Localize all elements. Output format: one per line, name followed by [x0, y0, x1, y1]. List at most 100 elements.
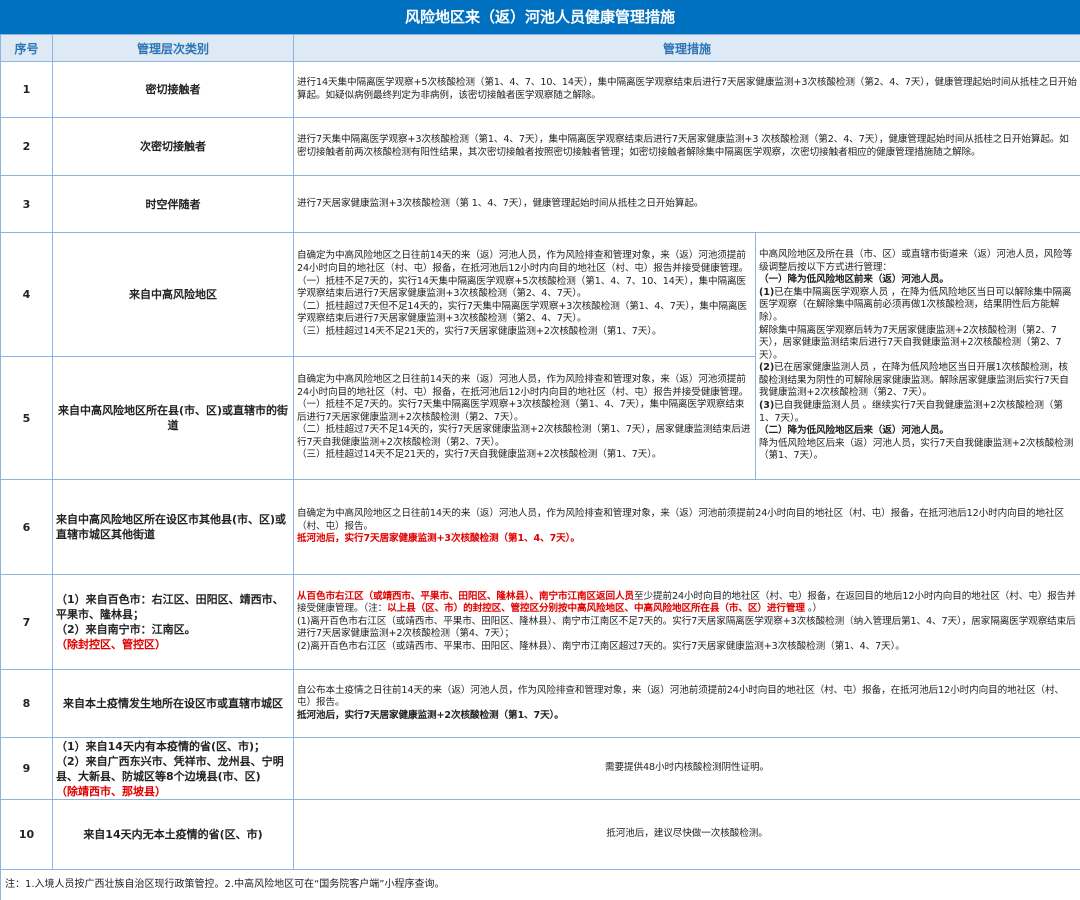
row-number: 5: [0, 356, 53, 480]
category-line: （2）来自广西东兴市、凭祥市、龙州县、宁明县、大新县、防城区等8个边境县(市、区…: [56, 754, 290, 784]
table-row: 6 来自中高风险地区所在设区市其他县(市、区)或直辖市城区其他街道 自确定为中高风险…: [0, 479, 1080, 575]
category-line: 来自中高风险地区所在设区市其他县(市、区)或直辖市城区其他街道: [56, 512, 290, 542]
category-cell: 来自中高风险地区所在县(市、区)或直辖市的街道: [52, 356, 294, 480]
emphasis-text: 从百色市右江区（或靖西市、平果市、田阳区、隆林县）、南宁市江南区返回人员: [297, 590, 634, 602]
text-segment: 自确定为中高风险地区之日往前14天的来（返）河池人员，作为风险排查和管理对象，来…: [297, 250, 749, 275]
text-segment: （1）来自14天内有本疫情的省(区、市)；: [56, 739, 266, 753]
measures-cell: 自确定为中高风险地区之日往前14天的来（返）河池人员，作为风险排查和管理对象，来…: [293, 356, 756, 480]
measures-cell: 进行14天集中隔离医学观察+5次核酸检测（第1、4、7、10、14天），集中隔离…: [292, 61, 1080, 118]
paragraph: 进行7天居家健康监测+3次核酸检测（第 1、4、7天），健康管理起始时间从抵桂之…: [297, 198, 1077, 211]
row-number: 6: [0, 479, 53, 575]
risk-adjustment-cell: 中高风险地区及所在县（市、区）或直辖市街道来（返）河池人员，风险等级调整后按以下…: [754, 232, 1080, 480]
measures-cell: 自确定为中高风险地区之日往前14天的来（返）河池人员，作为风险排查和管理对象，来…: [292, 479, 1080, 575]
text-segment: 时空伴随者: [145, 197, 201, 211]
text-segment: (2): [759, 362, 775, 374]
category-line: 密切接触者: [56, 82, 290, 97]
category-line: （除封控区、管控区）: [56, 637, 290, 652]
category-line: （2）来自南宁市：江南区。: [56, 622, 290, 637]
text-segment: 进行7天居家健康监测+3次核酸检测（第 1、4、7天），健康管理起始时间从抵桂之…: [297, 197, 704, 209]
row-number: 4: [0, 232, 53, 357]
text-segment: 进行7天集中隔离医学观察+3次核酸检测（第1、4、7天），集中隔离医学观察结束后…: [297, 133, 1069, 158]
category-cell: （1）来自百色市：右江区、田阳区、靖西市、平果市、隆林县； （2）来自南宁市：江南…: [52, 574, 294, 670]
paragraph: 抵河池后，建议尽快做一次核酸检测。: [297, 828, 1077, 841]
category-cell: 来自14天内无本土疫情的省(区、市): [52, 799, 294, 870]
category-line: （1）来自14天内有本疫情的省(区、市)；: [56, 739, 290, 754]
header-measures: 管理措施: [292, 34, 1080, 62]
paragraph: 从百色市右江区（或靖西市、平果市、田阳区、隆林县）、南宁市江南区返回人员至少提前…: [297, 591, 1077, 616]
row-number: 7: [0, 574, 53, 670]
paragraph: 自确定为中高风险地区之日往前14天的来（返）河池人员，作为风险排查和管理对象，来…: [297, 250, 752, 275]
category-cell: 来自中高风险地区所在设区市其他县(市、区)或直辖市城区其他街道: [52, 479, 294, 575]
footnote: 注：1.入境人员按广西壮族自治区现行政策管控。2.中高风险地区可在“国务院客户端…: [0, 870, 1080, 900]
paragraph: （三）抵桂超过14天不足21天的，实行7天自我健康监测+2次核酸检测（第1、7天…: [297, 449, 752, 462]
measures-cell: 需要提供48小时内核酸检测阴性证明。: [292, 737, 1080, 800]
paragraph: （一）抵桂不足7天的，实行14天集中隔离医学观察+5次核酸检测（第1、4、7、1…: [297, 276, 752, 301]
category-line: 时空伴随者: [56, 197, 290, 212]
text-segment: （三）抵桂超过14天不足21天的，实行7天居家健康监测+2次核酸检测（第1、7天…: [297, 325, 662, 337]
row-number: 1: [0, 61, 53, 118]
paragraph: (2)离开百色市右江区（或靖西市、平果市、田阳区、隆林县）、南宁市江南区超过7天…: [297, 641, 1077, 654]
measures-cell: 自公布本土疫情之日往前14天的来（返）河池人员，作为风险排查和管理对象，来（返）…: [292, 669, 1080, 738]
text-segment: 。）: [804, 603, 823, 615]
category-line: 来自中高风险地区: [56, 287, 290, 302]
text-segment: （二）降为低风险地区后来（返）河池人员。: [759, 425, 949, 437]
paragraph: 自确定为中高风险地区之日往前14天的来（返）河池人员，作为风险排查和管理对象，来…: [297, 508, 1077, 533]
table-title: 风险地区来（返）河池人员健康管理措施: [0, 0, 1080, 34]
emphasis-text: （除靖西市、那坡县）: [56, 784, 166, 798]
category-cell: 次密切接触者: [52, 117, 294, 176]
text-segment: (1): [759, 286, 775, 298]
text-segment: 来自14天内无本土疫情的省(区、市): [83, 828, 263, 841]
paragraph: 自确定为中高风险地区之日往前14天的来（返）河池人员，作为风险排查和管理对象，来…: [297, 374, 752, 399]
measures-cell: 进行7天居家健康监测+3次核酸检测（第 1、4、7天），健康管理起始时间从抵桂之…: [292, 175, 1080, 233]
header-category: 管理层次类别: [52, 34, 294, 62]
table-row: 1 密切接触者 进行14天集中隔离医学观察+5次核酸检测（第1、4、7、10、14天…: [0, 61, 1080, 118]
text-segment: 来自中高风险地区所在县(市、区)或直辖市的街道: [57, 404, 289, 432]
text-segment: (2)离开百色市右江区（或靖西市、平果市、田阳区、隆林县）、南宁市江南区超过7天…: [297, 640, 905, 652]
table-row: 10 来自14天内无本土疫情的省(区、市) 抵河池后，建议尽快做一次核酸检测。: [0, 799, 1080, 870]
emphasis-text: 以上县（区、市）的封控区、管控区分别按中高风险地区、中高风险地区所在县（市、区）…: [387, 603, 805, 615]
text-segment: 自公布本土疫情之日往前14天的来（返）河池人员，作为风险排查和管理对象，来（返）…: [297, 684, 1065, 709]
paragraph: (1)离开百色市右江区（或靖西市、平果市、田阳区、隆林县）、南宁市江南区不足7天…: [297, 616, 1077, 641]
category-line: 来自本土疫情发生地所在设区市或直辖市城区: [56, 696, 290, 711]
text-segment: 需要提供48小时内核酸检测阴性证明。: [605, 762, 769, 774]
row-number: 8: [0, 669, 53, 738]
measures-table: 序号 管理层次类别 管理措施 1 密切接触者 进行14天集中隔离医学观察+5次核酸检…: [0, 34, 1080, 870]
table-row: 4 来自中高风险地区 自确定为中高风险地区之日往前14天的来（返）河池人员，作为风险…: [0, 232, 1080, 480]
text-segment: (3): [759, 400, 775, 412]
text-segment: 次密切接触者: [140, 140, 206, 153]
paragraph: 进行7天集中隔离医学观察+3次核酸检测（第1、4、7天），集中隔离医学观察结束后…: [297, 134, 1077, 159]
paragraph: （二）降为低风险地区后来（返）河池人员。: [759, 425, 1077, 438]
text-segment: 密切接触者: [145, 83, 201, 96]
text-segment: （2）来自南宁市：江南区。: [56, 623, 196, 636]
text-segment: 来自本土疫情发生地所在设区市或直辖市城区: [63, 697, 283, 710]
category-cell: 来自本土疫情发生地所在设区市或直辖市城区: [52, 669, 294, 738]
text-segment: （一）降为低风险地区前来（返）河池人员。: [759, 274, 949, 286]
category-cell: （1）来自14天内有本疫情的省(区、市)； （2）来自广西东兴市、凭祥市、龙州县、…: [52, 737, 294, 800]
paragraph: 抵河池后，实行7天居家健康监测+3次核酸检测（第1、4、7天）。: [297, 533, 1077, 546]
table-row: 2 次密切接触者 进行7天集中隔离医学观察+3次核酸检测（第1、4、7天），集中隔离…: [0, 117, 1080, 176]
text-segment: （一）抵桂不足7天的，实行14天集中隔离医学观察+5次核酸检测（第1、4、7、1…: [297, 275, 746, 300]
category-line: 来自14天内无本土疫情的省(区、市): [56, 827, 290, 842]
text-segment: （1）来自百色市：右江区、田阳区、靖西市、平果市、隆林县；: [56, 593, 284, 621]
measures-cell: 从百色市右江区（或靖西市、平果市、田阳区、隆林县）、南宁市江南区返回人员至少提前…: [292, 574, 1080, 670]
category-cell: 来自中高风险地区: [52, 232, 294, 357]
text-segment: （三）抵桂超过14天不足21天的，实行7天自我健康监测+2次核酸检测（第1、7天…: [297, 449, 662, 461]
paragraph: 降为低风险地区后来（返）河池人员，实行7天自我健康监测+2次核酸检测（第1、7天…: [759, 438, 1077, 463]
row-number: 3: [0, 175, 53, 233]
row-number: 9: [0, 737, 53, 800]
text-segment: 解除集中隔离医学观察后转为7天居家健康监测+2次核酸检测（第2、7天），居家健康…: [759, 324, 1062, 361]
text-segment: 自确定为中高风险地区之日往前14天的来（返）河池人员，作为风险排查和管理对象，来…: [297, 373, 749, 398]
text-segment: (1)离开百色市右江区（或靖西市、平果市、田阳区、隆林县）、南宁市江南区不足7天…: [297, 615, 1076, 640]
paragraph: 自公布本土疫情之日往前14天的来（返）河池人员，作为风险排查和管理对象，来（返）…: [297, 685, 1077, 710]
measures-cell: 抵河池后，建议尽快做一次核酸检测。: [292, 799, 1080, 870]
paragraph: 抵河池后，实行7天居家健康监测+2次核酸检测（第1、7天）。: [297, 710, 1077, 723]
row-number: 10: [0, 799, 53, 870]
measures-cell: 自确定为中高风险地区之日往前14天的来（返）河池人员，作为风险排查和管理对象，来…: [293, 232, 756, 357]
paragraph: （一）降为低风险地区前来（返）河池人员。: [759, 274, 1077, 287]
text-segment: 自确定为中高风险地区之日往前14天的来（返）河池人员，作为风险排查和管理对象，来…: [297, 508, 1065, 532]
text-segment: （2）来自广西东兴市、凭祥市、龙州县、宁明县、大新县、防城区等8个边境县(市、区…: [56, 754, 284, 783]
header-no: 序号: [0, 34, 53, 62]
text-segment: 已在居家健康监测人员 ，在降为低风险地区当日开展1次核酸检测，核酸检测结果为阴性…: [759, 362, 1069, 399]
paragraph: (1)已在集中隔离医学观察人员 ，在降为低风险地区当日可以解除集中隔离医学观察（…: [759, 287, 1077, 325]
table-row: 3 时空伴随者 进行7天居家健康监测+3次核酸检测（第 1、4、7天），健康管理起始…: [0, 175, 1080, 233]
